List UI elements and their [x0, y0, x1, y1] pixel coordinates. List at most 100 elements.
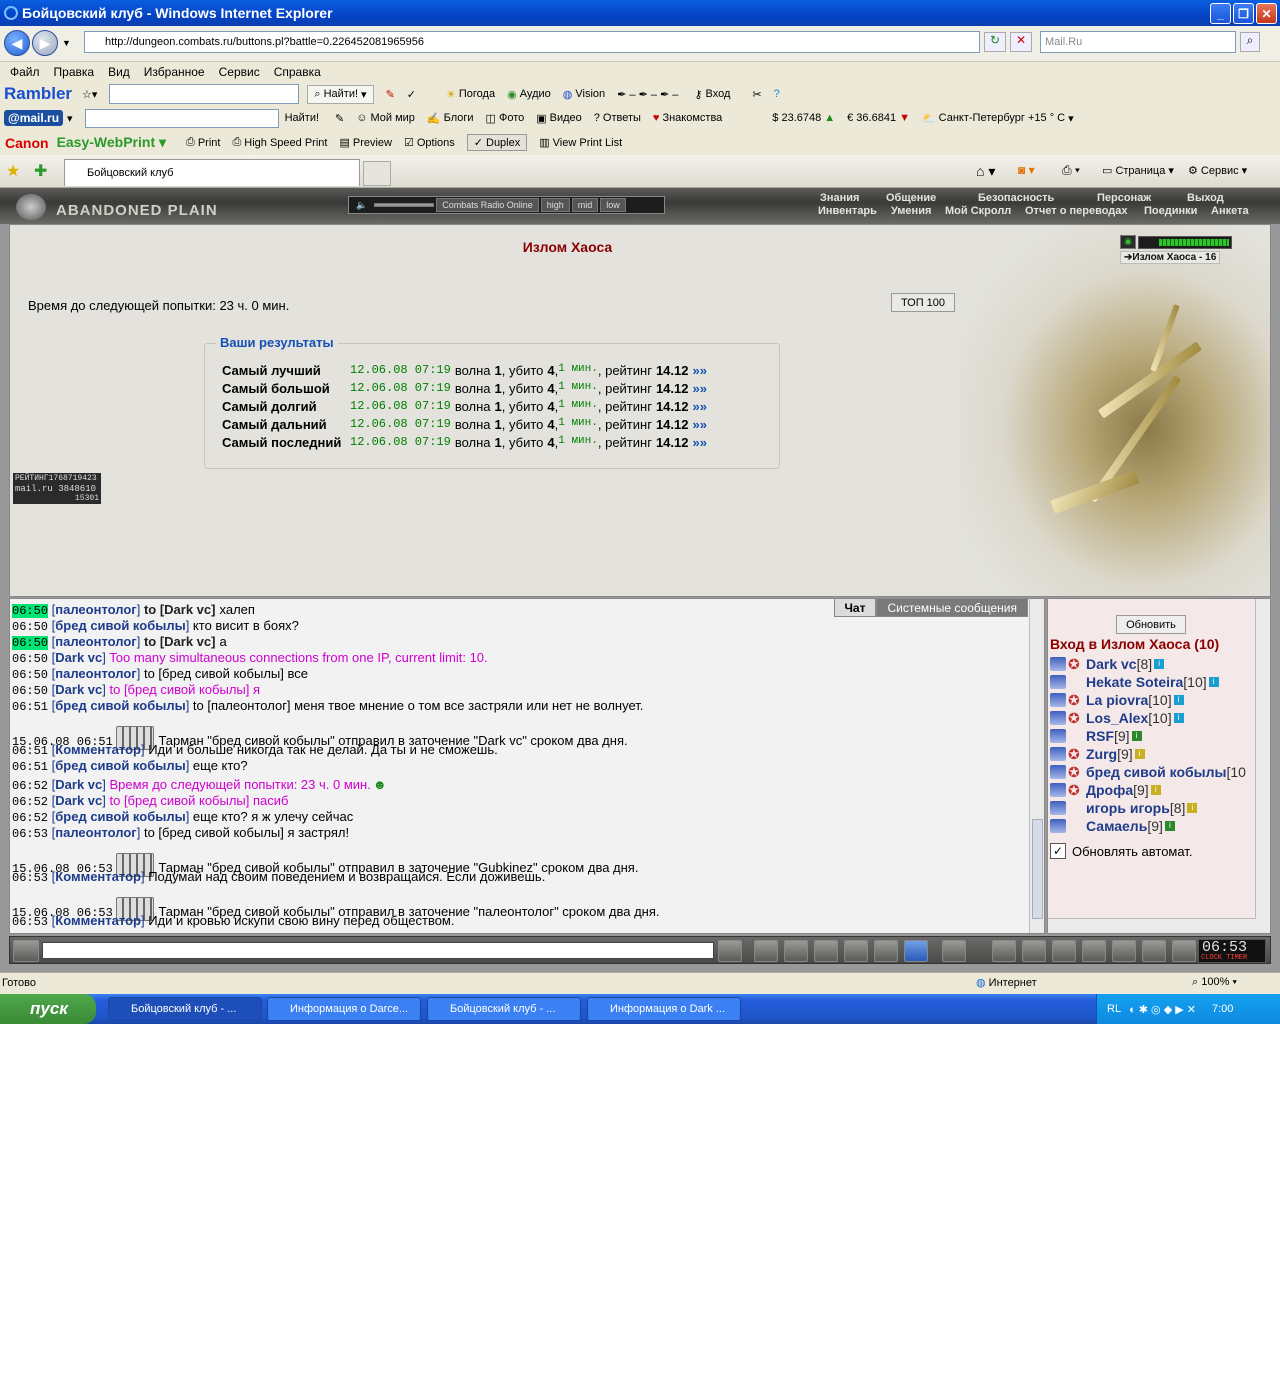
menu-tools[interactable]: Сервис: [219, 65, 260, 79]
info-icon[interactable]: i: [1134, 749, 1145, 759]
friends-icon[interactable]: [1052, 940, 1076, 962]
language-indicator[interactable]: RL: [1107, 1003, 1121, 1015]
nav-skills[interactable]: Умения: [891, 205, 931, 217]
clear-icon[interactable]: [754, 940, 778, 962]
user-name[interactable]: Dark vc: [1086, 656, 1137, 672]
minimize-button[interactable]: _: [1210, 3, 1231, 24]
chat-nick[interactable]: Комментатор: [55, 742, 141, 757]
address-input[interactable]: http://dungeon.combats.ru/buttons.pl?bat…: [84, 31, 980, 53]
search-input[interactable]: Mail.Ru: [1040, 31, 1236, 53]
chat-time[interactable]: 06:50: [12, 684, 48, 698]
mailru-find-button[interactable]: Найти!: [285, 112, 319, 124]
online-hscrollbar[interactable]: [1048, 918, 1256, 933]
history-dropdown-icon[interactable]: ▼: [62, 38, 71, 48]
chat-nick[interactable]: бред сивой кобылы: [55, 809, 185, 824]
fight-icon[interactable]: [844, 940, 868, 962]
menu-help[interactable]: Справка: [274, 65, 321, 79]
chat-time[interactable]: 06:52: [12, 795, 48, 809]
zone-label[interactable]: ➔Излом Хаоса - 16: [1120, 251, 1221, 264]
menu-favorites[interactable]: Избранное: [144, 65, 205, 79]
user-name[interactable]: Самаель: [1086, 818, 1147, 834]
online-scrollbar[interactable]: [1255, 599, 1270, 933]
menu-view[interactable]: Вид: [108, 65, 130, 79]
rambler-find-button[interactable]: ⌕ Найти! ▾: [307, 84, 374, 104]
chat-recipient[interactable]: to [Dark vc]: [144, 602, 216, 617]
bag-icon[interactable]: [992, 940, 1016, 962]
chat-time[interactable]: 06:50: [12, 652, 48, 666]
chat-input[interactable]: [42, 942, 714, 959]
nav-knowledge[interactable]: Знания: [820, 192, 859, 204]
nav-my-scroll[interactable]: Мой Скролл: [945, 205, 1011, 217]
rambler-login[interactable]: ⚷ Вход: [694, 88, 730, 101]
chat-time[interactable]: 06:51: [12, 700, 48, 714]
zoom-level[interactable]: ⌕ 100% ▾: [1192, 976, 1237, 989]
highlight-icon[interactable]: ✎: [386, 88, 395, 101]
chat-time[interactable]: 06:53: [12, 871, 48, 885]
user-name[interactable]: RSF: [1086, 728, 1114, 744]
page-menu[interactable]: ▭ Страница ▾: [1102, 164, 1174, 177]
chat-scrollbar[interactable]: [1029, 599, 1044, 933]
info-icon[interactable]: i: [1131, 731, 1142, 741]
mailru-blogs[interactable]: ✍ Блоги: [427, 112, 474, 125]
auto-refresh-checkbox[interactable]: ✓: [1050, 843, 1066, 859]
user-status-icon[interactable]: [1050, 675, 1066, 689]
start-button[interactable]: пуск: [0, 994, 96, 1024]
tray-icons[interactable]: ◐ ✱ ◎ ◆ ▶ ✕: [1129, 1003, 1196, 1016]
filter-icon[interactable]: [784, 940, 808, 962]
tab-system-messages[interactable]: Системные сообщения: [876, 599, 1028, 617]
chat-nick[interactable]: бред сивой кобылы: [55, 698, 185, 713]
print-icon[interactable]: ⎙ ▾: [1062, 163, 1080, 178]
result-more-link[interactable]: »»: [693, 417, 707, 432]
back-button[interactable]: ◀: [4, 30, 30, 56]
user-status-icon[interactable]: [1050, 657, 1066, 671]
auto-refresh-option[interactable]: ✓ Обновлять автомат.: [1050, 843, 1192, 859]
info-icon[interactable]: i: [1154, 659, 1165, 669]
mask-icon[interactable]: [1082, 940, 1106, 962]
weather-widget[interactable]: ⛅ Санкт-Петербург +15 ° C ▾: [922, 112, 1074, 125]
exit-icon[interactable]: [1172, 940, 1196, 962]
menu-file[interactable]: Файл: [10, 65, 40, 79]
chat-nick[interactable]: палеонтолог: [55, 666, 136, 681]
chat-nick[interactable]: Dark vc: [55, 682, 102, 697]
tools-icon[interactable]: ✂: [752, 88, 761, 101]
chat-nick[interactable]: Dark vc: [55, 650, 102, 665]
chat-recipient[interactable]: to [Dark vc]: [144, 634, 216, 649]
user-status-icon[interactable]: [1050, 783, 1066, 797]
search-icon[interactable]: ⌕: [1240, 32, 1260, 52]
chat-time[interactable]: 06:50: [12, 636, 49, 650]
mailru-search-input[interactable]: [84, 108, 279, 128]
menu-edit[interactable]: Правка: [54, 65, 95, 79]
tools-menu[interactable]: ⚙ Сервис ▾: [1188, 164, 1247, 177]
mailru-photo[interactable]: ◫ Фото: [486, 112, 525, 125]
refresh-icon[interactable]: ↻: [984, 32, 1006, 52]
nav-character[interactable]: Персонаж: [1097, 192, 1151, 204]
scroll-icon[interactable]: [1022, 940, 1046, 962]
chat-time[interactable]: 06:53: [12, 827, 48, 841]
new-tab-button[interactable]: [363, 161, 391, 186]
smiley-icon[interactable]: [942, 940, 966, 962]
save-icon[interactable]: [814, 940, 838, 962]
stop-icon[interactable]: ✕: [1010, 32, 1032, 52]
chat-nick[interactable]: палеонтолог: [55, 825, 136, 840]
result-more-link[interactable]: »»: [693, 363, 707, 378]
nav-inventory[interactable]: Инвентарь: [818, 205, 877, 217]
result-more-link[interactable]: »»: [693, 381, 707, 396]
user-status-icon[interactable]: [1050, 819, 1066, 833]
chat-nick[interactable]: бред сивой кобылы: [55, 758, 185, 773]
info-icon[interactable]: i: [1164, 821, 1175, 831]
info-icon[interactable]: i: [1208, 677, 1219, 687]
speed-icon[interactable]: [874, 940, 898, 962]
top100-button[interactable]: ТОП 100: [891, 293, 955, 312]
chat-nick[interactable]: Комментатор: [55, 869, 141, 884]
nav-transfer-report[interactable]: Отчет о переводах: [1025, 205, 1128, 217]
rambler-search-input[interactable]: [109, 84, 300, 104]
easy-webprint-menu[interactable]: Easy-WebPrint ▾: [57, 134, 166, 151]
chat-time[interactable]: 06:51: [12, 744, 48, 758]
spellcheck-icon[interactable]: ✓: [407, 88, 416, 101]
edit-icon[interactable]: ✎: [335, 112, 344, 125]
nav-exit[interactable]: Выход: [1187, 192, 1224, 204]
radio-high[interactable]: high: [540, 198, 570, 212]
mailru-menu-icon[interactable]: ▾: [67, 112, 73, 125]
duplex-button[interactable]: ✓ Duplex: [466, 134, 528, 151]
tab-chat[interactable]: Чат: [833, 599, 877, 617]
